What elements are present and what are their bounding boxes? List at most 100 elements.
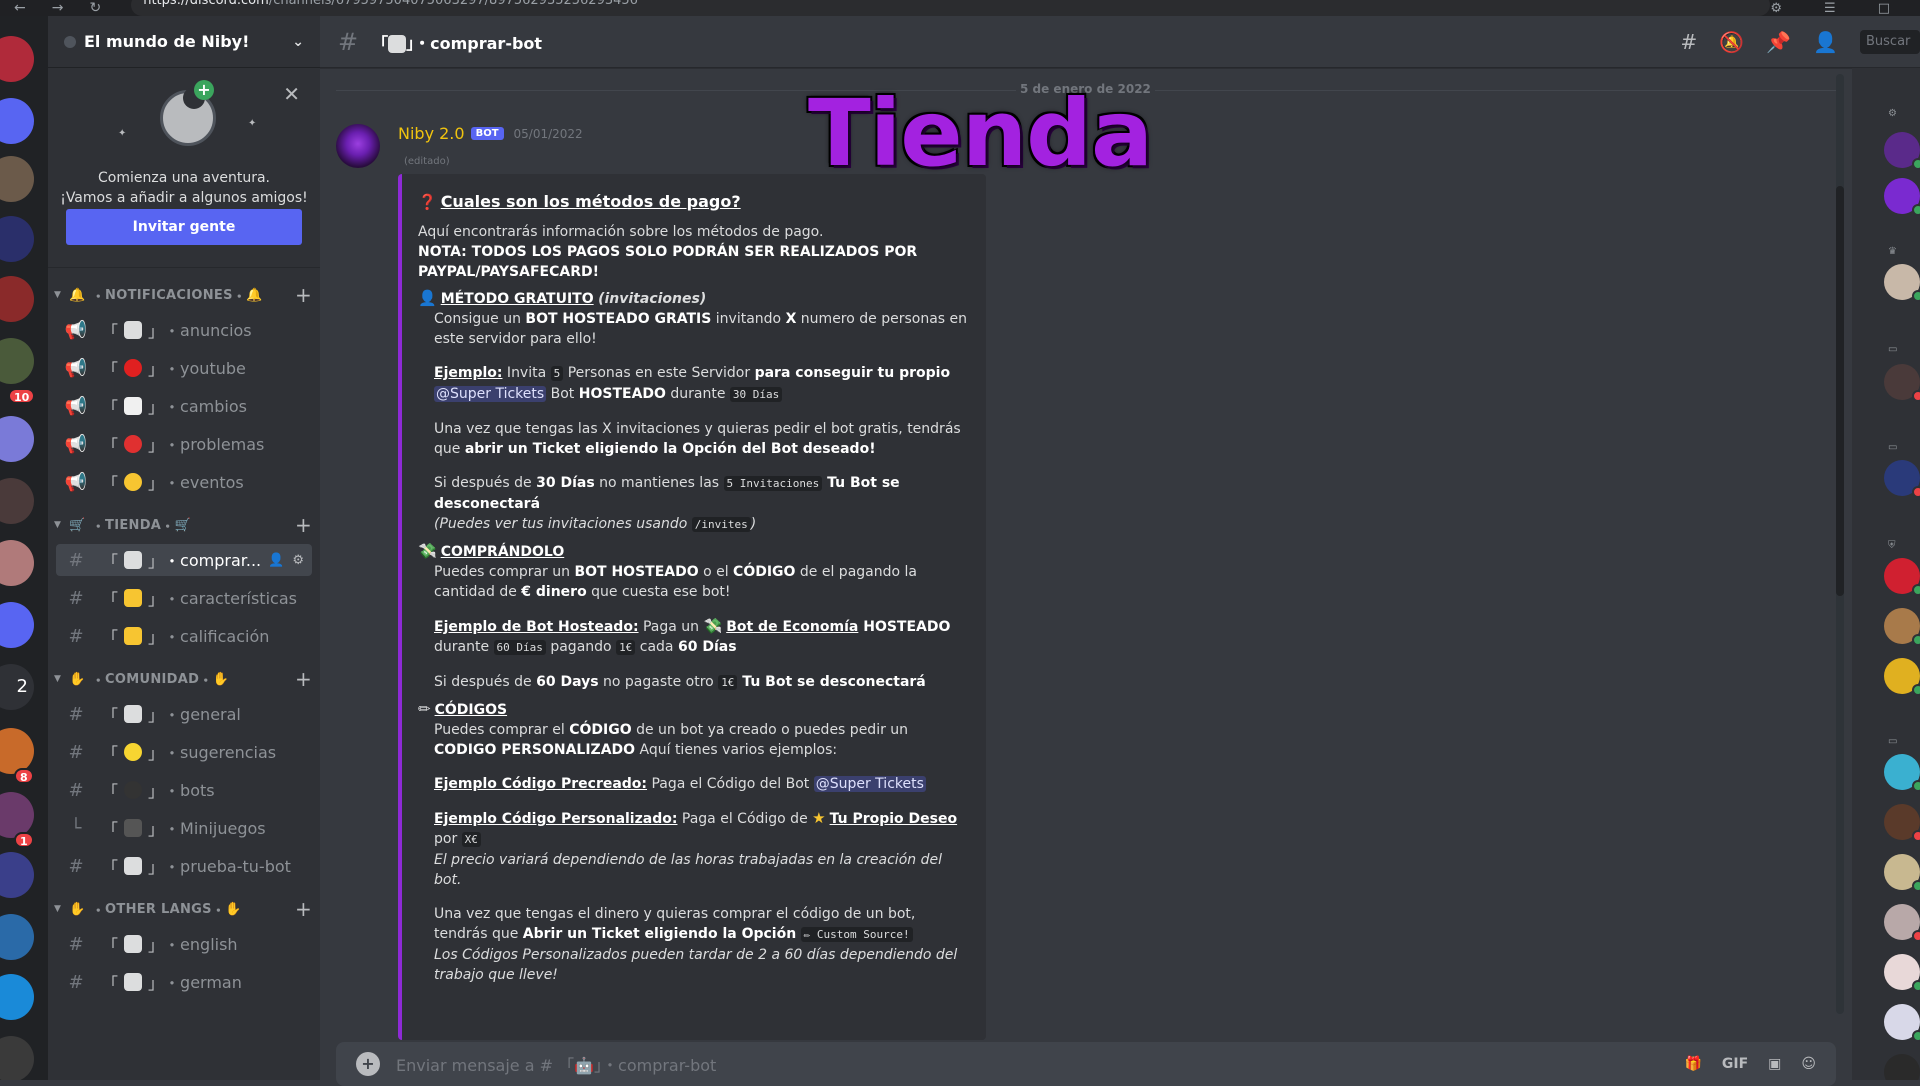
scrollbar-thumb[interactable] <box>1836 186 1844 596</box>
category-notificaciones[interactable]: ▼ 🔔 ・ NOTIFICACIONES ・ 🔔 + <box>48 282 320 308</box>
code-section-title: ✏ CÓDIGOS <box>418 699 970 720</box>
message-input[interactable]: Enviar mensaje a # 「🤖」・comprar-bot <box>396 1052 716 1076</box>
edited-label: (editado) <box>404 156 450 167</box>
speech-bubble-icon <box>124 935 143 953</box>
star-icon <box>124 627 143 645</box>
text: Paga un <box>638 619 704 635</box>
chevron-down-icon[interactable]: ⌄ <box>292 34 304 50</box>
channel-item[interactable]: # 「」・ german <box>56 966 312 998</box>
reading-list-icon[interactable]: ☰ <box>1824 1 1836 16</box>
channel-name: Minijuegos <box>180 818 266 838</box>
add-channel-icon[interactable]: + <box>295 897 312 921</box>
server-icon[interactable] <box>0 156 34 202</box>
category-other-langs[interactable]: ▼ ✋ ・ OTHER LANGS ・ ✋ + <box>48 896 320 922</box>
server-icon[interactable] <box>0 540 34 586</box>
category-comunidad[interactable]: ▼ ✋ ・ COMUNIDAD ・ ✋ + <box>48 666 320 692</box>
reload-icon[interactable]: ↻ <box>89 0 101 16</box>
announcement-icon: 📢 <box>64 471 88 493</box>
role-mention[interactable]: @Super Tickets <box>434 386 547 402</box>
add-channel-icon[interactable]: + <box>295 667 312 691</box>
inline-code: 1€ <box>616 640 636 655</box>
server-icon[interactable] <box>0 36 34 82</box>
server-icon[interactable] <box>0 338 34 384</box>
gif-icon[interactable]: GIF <box>1722 1056 1748 1072</box>
avatar[interactable] <box>1884 1054 1920 1080</box>
server-icon[interactable] <box>0 602 34 648</box>
role-mention[interactable]: @Super Tickets <box>813 776 926 792</box>
close-icon[interactable]: ✕ <box>283 82 300 106</box>
back-icon[interactable]: ← <box>14 0 26 16</box>
message-composer[interactable]: + Enviar mensaje a # 「🤖」・comprar-bot 🎁 G… <box>336 1042 1836 1086</box>
server-header[interactable]: El mundo de Niby! ⌄ <box>48 16 320 68</box>
cart-icon: 🛒 <box>69 517 86 533</box>
server-icon[interactable] <box>0 478 34 524</box>
text: no mantienes las <box>594 475 724 491</box>
server-icon[interactable] <box>0 852 34 898</box>
server-icon[interactable] <box>0 914 34 960</box>
text: Consigue un <box>434 311 526 327</box>
server-icon[interactable] <box>0 416 34 462</box>
server-icon[interactable] <box>0 792 34 838</box>
gift-icon[interactable]: 🎁 <box>1684 1056 1701 1072</box>
caret-down-icon: ▼ <box>54 520 62 530</box>
forward-icon[interactable]: → <box>52 0 64 16</box>
paragraph: (Puedes ver tus invitaciones usando /inv… <box>434 514 970 535</box>
channel-item-active[interactable]: # 「」・ comprar... 👤 ⚙ <box>56 544 312 576</box>
status-online-icon <box>1912 204 1920 216</box>
channel-item[interactable]: 📢 「」・ cambios <box>56 390 312 422</box>
question-icon: ❓ <box>418 193 437 211</box>
text: Aquí tienes varios ejemplos: <box>635 742 838 758</box>
channel-item[interactable]: └ 「」・ Minijuegos <box>56 812 312 844</box>
server-icon[interactable] <box>0 1036 34 1080</box>
text: BOT HOSTEADO GRATIS <box>525 311 712 327</box>
category-tienda[interactable]: ▼ 🛒 ・ TIENDA ・ 🛒 + <box>48 512 320 538</box>
channel-item[interactable]: # 「」・ sugerencias <box>56 736 312 768</box>
text: CÓDIGO <box>733 564 796 580</box>
add-channel-icon[interactable]: + <box>295 513 312 537</box>
members-icon[interactable]: 👤 <box>1813 30 1838 54</box>
text: Paga el Código del Bot <box>647 776 814 792</box>
server-icon[interactable] <box>0 98 34 144</box>
channel-item[interactable]: 📢 「」・ anuncios <box>56 314 312 346</box>
status-online-icon <box>1912 158 1920 170</box>
profile-icon[interactable]: □ <box>1878 1 1890 16</box>
gamepad-icon <box>124 819 143 837</box>
invite-button[interactable]: Invitar gente <box>66 209 302 245</box>
upload-plus-icon[interactable]: + <box>356 1052 380 1076</box>
pin-icon[interactable]: 📌 <box>1766 30 1791 54</box>
paragraph: El precio variará dependiendo de las hor… <box>434 850 970 890</box>
text: Puedes comprar el <box>434 722 570 738</box>
server-icon[interactable] <box>0 974 34 1020</box>
avatar[interactable] <box>336 124 380 168</box>
embed-note-text: NOTA: TODOS LOS PAGOS SOLO PODRÁN SER RE… <box>418 244 918 280</box>
channel-item[interactable]: # 「」・ bots <box>56 774 312 806</box>
channel-item[interactable]: # 「」・ prueba-tu-bot <box>56 850 312 882</box>
channel-item[interactable]: # 「」・ calificación <box>56 620 312 652</box>
threads-icon[interactable]: # <box>1681 30 1698 54</box>
channel-item[interactable]: # 「」・ general <box>56 698 312 730</box>
text: € dinero <box>521 584 587 600</box>
mute-icon[interactable]: 🔕 <box>1719 30 1744 54</box>
section-title: CÓDIGOS <box>434 702 508 718</box>
emoji-icon[interactable]: ☺ <box>1801 1056 1816 1072</box>
channel-item[interactable]: # 「」・ características <box>56 582 312 614</box>
text: Bot de Economía <box>726 619 859 635</box>
server-icon[interactable]: 2 <box>0 664 34 710</box>
server-icon[interactable] <box>0 728 34 774</box>
gear-icon[interactable]: ⚙ <box>292 553 304 568</box>
chat-scrollbar[interactable] <box>1836 74 1844 1014</box>
add-channel-icon[interactable]: + <box>295 283 312 307</box>
channel-item[interactable]: 📢 「」・ eventos <box>56 466 312 498</box>
server-icon[interactable] <box>0 276 34 322</box>
address-bar[interactable]: https://discord.com/channels/67959750407… <box>131 0 1771 16</box>
sticker-icon[interactable]: ▣ <box>1768 1056 1781 1072</box>
channel-item[interactable]: 📢 「」・ problemas <box>56 428 312 460</box>
channel-item[interactable]: 📢 「」・ youtube <box>56 352 312 384</box>
channel-item[interactable]: # 「」・ english <box>56 928 312 960</box>
cart-icon: 🛒 <box>174 517 191 533</box>
add-member-icon[interactable]: 👤 <box>268 553 284 568</box>
server-icon[interactable] <box>0 216 34 262</box>
message-author[interactable]: Niby 2.0 <box>398 124 465 143</box>
extension-icon[interactable]: ⚙ <box>1770 1 1782 16</box>
search-input[interactable]: Buscar <box>1860 29 1920 54</box>
